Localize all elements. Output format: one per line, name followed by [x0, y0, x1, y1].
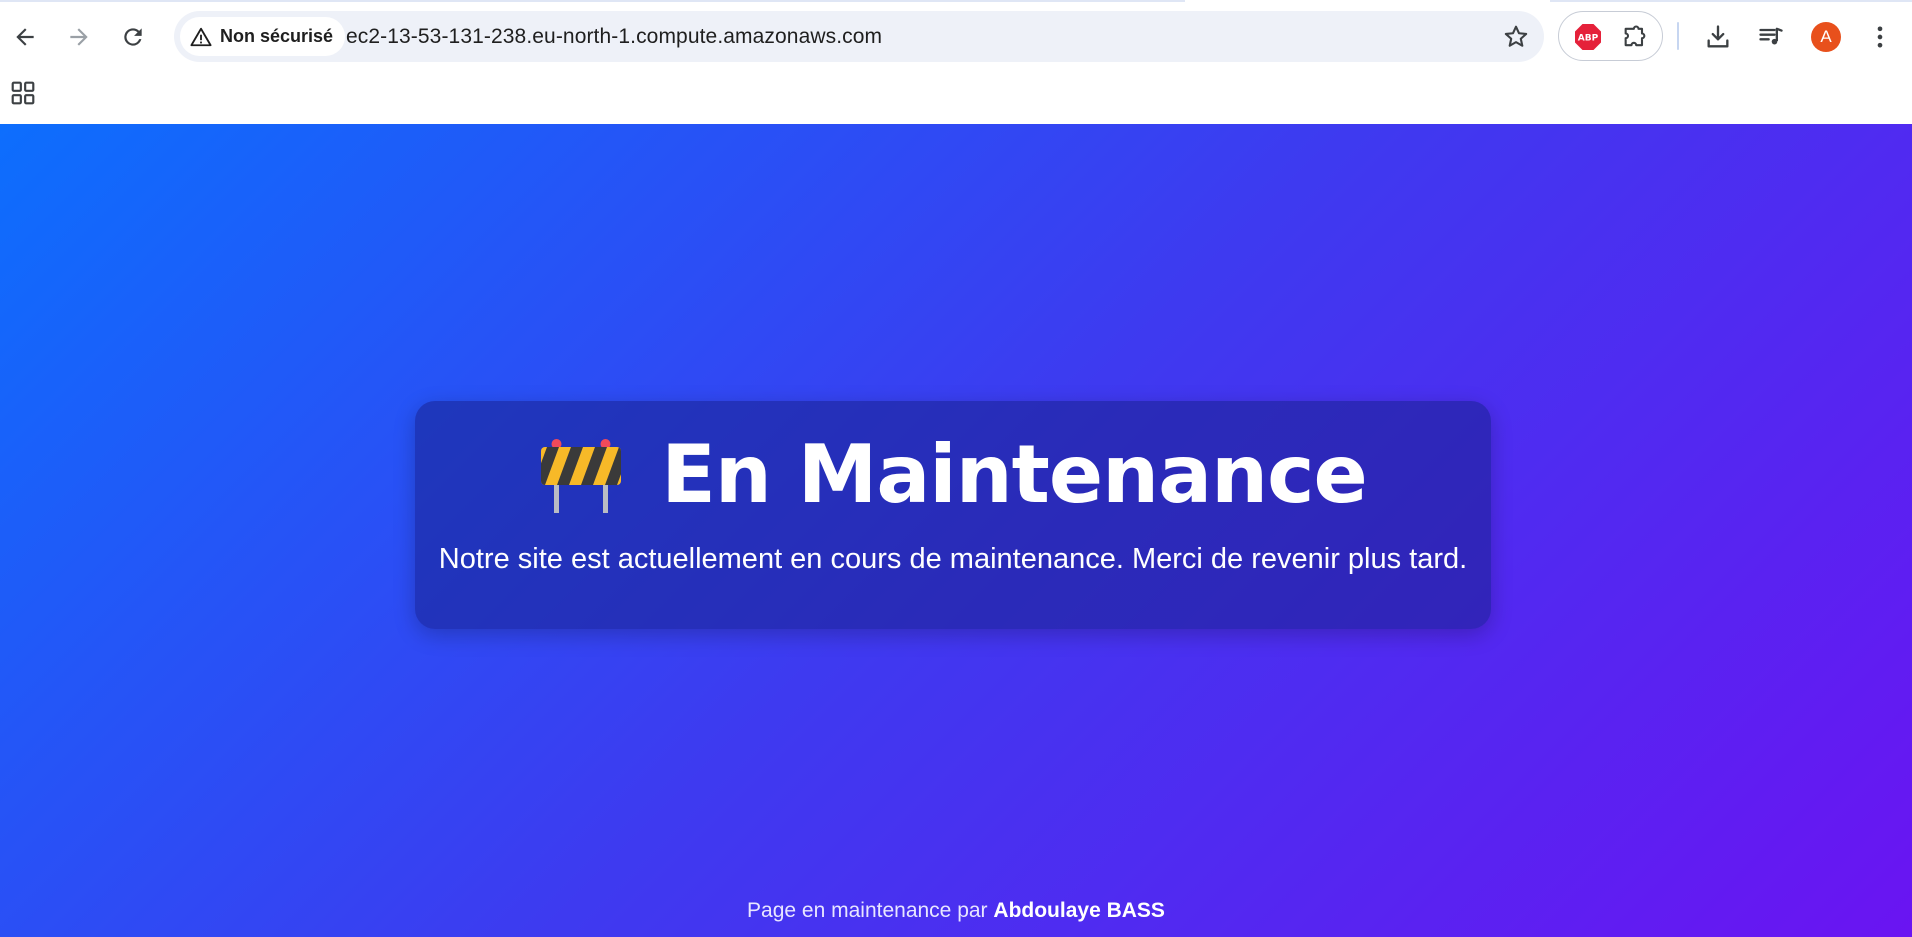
site-info-chip[interactable]: Non sécurisé: [180, 17, 346, 56]
maintenance-page: En Maintenance Notre site est actuelleme…: [0, 124, 1912, 937]
extensions-group: ABP: [1558, 11, 1663, 61]
footer-prefix: Page en maintenance par: [747, 899, 988, 922]
media-controls-button[interactable]: [1752, 18, 1790, 56]
page-title: En Maintenance: [661, 428, 1367, 521]
browser-toolbar: Non sécurisé ec2-13-53-131-238.eu-north-…: [0, 0, 1912, 124]
tab-strip-edge-right: [1550, 0, 1912, 2]
url-text[interactable]: ec2-13-53-131-238.eu-north-1.compute.ama…: [346, 25, 882, 49]
apps-grid-icon[interactable]: [10, 80, 36, 106]
media-controls-icon: [1759, 27, 1783, 45]
footer-author: Abdoulaye BASS: [993, 899, 1165, 922]
adblock-label: ABP: [1578, 34, 1599, 44]
toolbar-divider: [1677, 22, 1679, 50]
puzzle-extension-icon[interactable]: [1621, 23, 1649, 51]
back-arrow-icon: [16, 28, 34, 46]
forward-arrow-icon: [70, 28, 88, 46]
reload-icon: [124, 28, 142, 46]
downloads-button[interactable]: [1699, 18, 1737, 56]
construction-barrier-icon: [541, 439, 622, 513]
reload-button[interactable]: [114, 18, 152, 56]
heading-row: En Maintenance: [415, 435, 1491, 515]
browser-menu-button[interactable]: [1861, 18, 1899, 56]
maintenance-card: En Maintenance Notre site est actuelleme…: [415, 401, 1491, 629]
avatar[interactable]: A: [1811, 22, 1841, 52]
security-label: Non sécurisé: [220, 26, 334, 46]
maintenance-message: Notre site est actuellement en cours de …: [438, 543, 1468, 575]
tab-strip-edge: [0, 0, 1185, 2]
footer-credit: Page en maintenance par Abdoulaye BASS: [0, 899, 1912, 923]
warning-triangle-icon: [190, 27, 212, 46]
download-icon: [1707, 25, 1729, 48]
back-button[interactable]: [6, 18, 44, 56]
star-icon[interactable]: [1502, 23, 1530, 51]
address-bar[interactable]: Non sécurisé ec2-13-53-131-238.eu-north-…: [174, 11, 1544, 62]
forward-button[interactable]: [60, 18, 98, 56]
kebab-menu-icon: [1877, 26, 1883, 48]
adblock-plus-icon[interactable]: ABP: [1574, 23, 1602, 51]
